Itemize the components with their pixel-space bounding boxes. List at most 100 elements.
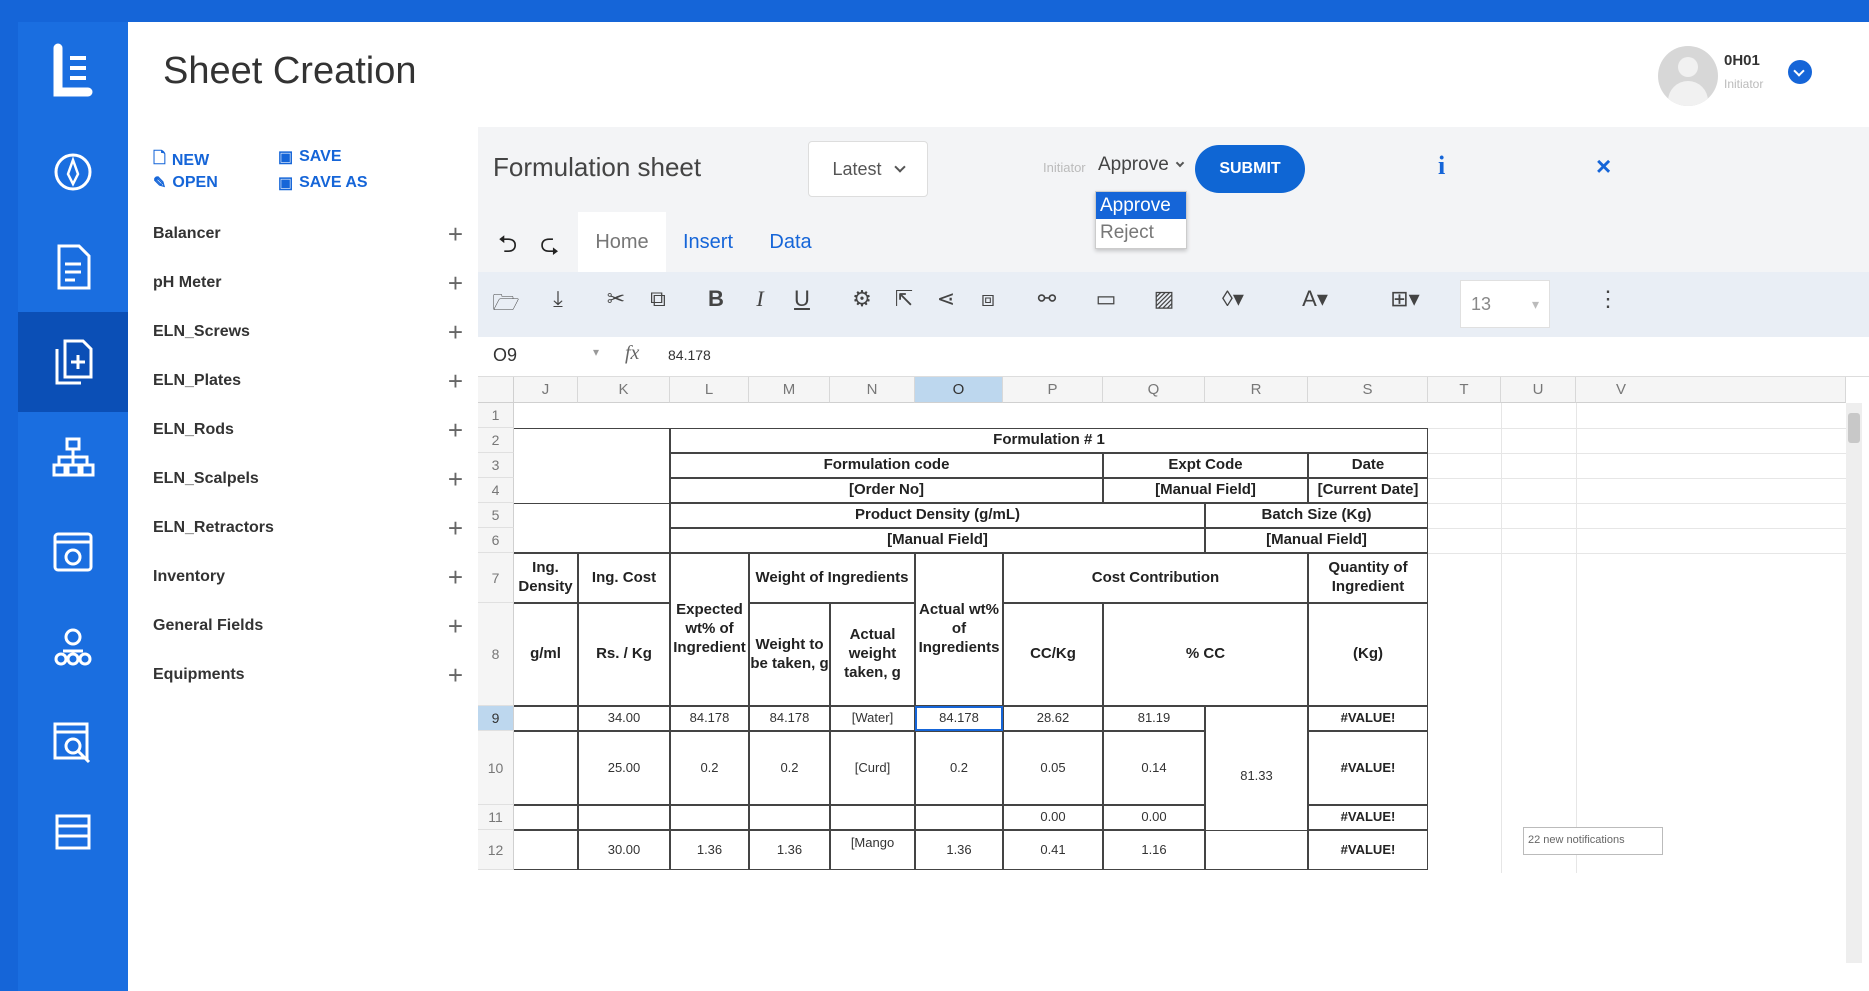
search-document-icon[interactable] (18, 692, 128, 792)
action-select[interactable]: Approve (1098, 154, 1185, 176)
table-cell[interactable] (514, 731, 578, 805)
plus-icon[interactable]: + (448, 417, 463, 443)
option-approve[interactable]: Approve (1096, 192, 1186, 219)
tab-data[interactable]: Data (758, 212, 823, 272)
new-button[interactable]: 🗋 NEW (153, 147, 209, 174)
table-cell[interactable]: 0.2 (670, 731, 749, 805)
table-cell[interactable]: 0.14 (1103, 731, 1205, 805)
version-select[interactable]: Latest (808, 141, 928, 197)
comment-icon[interactable]: ▭ (1090, 286, 1122, 312)
column-header[interactable]: Q (1103, 377, 1205, 403)
table-cell[interactable]: 28.62 (1003, 706, 1103, 731)
table-cell[interactable]: 25.00 (578, 731, 670, 805)
plus-icon[interactable]: + (448, 319, 463, 345)
user-menu-chevron-icon[interactable] (1788, 60, 1812, 84)
column-header[interactable]: M (749, 377, 830, 403)
borders-icon[interactable]: ⊞▾ (1380, 286, 1430, 312)
column-header[interactable]: O (915, 377, 1003, 403)
italic-icon[interactable]: I (744, 286, 776, 312)
quantity-header[interactable]: Quantity of Ingredient (1308, 553, 1428, 603)
plus-icon[interactable]: + (448, 613, 463, 639)
info-icon[interactable]: i (1438, 151, 1445, 181)
table-cell[interactable]: 0.41 (1003, 830, 1103, 870)
sidebar-item-eln-scalpels[interactable]: ELN_Scalpels + (153, 459, 478, 499)
manual-field-cell[interactable]: [Manual Field] (1103, 478, 1308, 503)
export-icon[interactable]: ⇱ (888, 286, 920, 312)
plus-icon[interactable]: + (448, 515, 463, 541)
open-button[interactable]: ✎ OPEN (153, 173, 218, 193)
table-cell[interactable]: #VALUE! (1308, 805, 1428, 830)
product-density-cell[interactable]: Product Density (g/mL) (670, 503, 1205, 528)
column-header[interactable]: L (670, 377, 749, 403)
plus-icon[interactable]: + (448, 662, 463, 688)
table-cell[interactable]: 0.00 (1003, 805, 1103, 830)
column-header[interactable]: S (1308, 377, 1428, 403)
row-header[interactable]: 9 (478, 706, 514, 731)
open-folder-icon[interactable]: 🗁 (490, 286, 522, 324)
formulation-title-cell[interactable]: Formulation # 1 (670, 428, 1428, 453)
font-size-select[interactable]: 13 (1460, 280, 1550, 328)
table-cell[interactable]: 1.36 (749, 830, 830, 870)
spreadsheet-grid[interactable]: J K L M N O P Q R S T U V 1 2 3 4 5 6 7 … (478, 377, 1869, 991)
chevron-down-icon[interactable]: ▾ (593, 345, 599, 359)
row-header[interactable]: 2 (478, 428, 514, 453)
row-header[interactable]: 11 (478, 805, 514, 830)
row-header[interactable]: 5 (478, 503, 514, 528)
selected-cell[interactable]: 84.178 (915, 706, 1003, 731)
row-header[interactable]: 6 (478, 528, 514, 553)
weight-to-be-taken-header[interactable]: Weight to be taken, g (749, 603, 830, 706)
table-cell[interactable]: [Curd] (830, 731, 915, 805)
column-header[interactable]: R (1205, 377, 1308, 403)
ing-density-header[interactable]: Ing. Density (514, 553, 578, 603)
manual-field-cell[interactable]: [Manual Field] (1205, 528, 1428, 553)
expected-wt-header[interactable]: Expected wt% of Ingredient (670, 553, 749, 706)
cost-contribution-header[interactable]: Cost Contribution (1003, 553, 1308, 603)
save-button[interactable]: ▣ SAVE (278, 147, 342, 167)
undo-icon[interactable]: ⮌ (498, 227, 517, 268)
tab-insert[interactable]: Insert (673, 212, 743, 272)
column-header[interactable]: V (1576, 377, 1846, 403)
plus-icon[interactable]: + (448, 221, 463, 247)
row-header[interactable]: 10 (478, 731, 514, 805)
order-no-cell[interactable]: [Order No] (670, 478, 1103, 503)
row-header[interactable]: 1 (478, 403, 514, 428)
table-cell[interactable] (670, 805, 749, 830)
table-cell[interactable]: 0.2 (749, 731, 830, 805)
sidebar-item-equipments[interactable]: Equipments + (153, 655, 478, 695)
settings-icon[interactable]: ⚙ (846, 286, 878, 312)
column-header[interactable]: T (1428, 377, 1501, 403)
table-cell[interactable] (514, 706, 578, 731)
row-header[interactable]: 7 (478, 553, 514, 603)
actual-wt-header[interactable]: Actual wt% of Ingredients (915, 553, 1003, 706)
sidebar-item-inventory[interactable]: Inventory + (153, 557, 478, 597)
row-header[interactable]: 8 (478, 603, 514, 706)
underline-icon[interactable]: U (786, 286, 818, 312)
plus-icon[interactable]: + (448, 368, 463, 394)
notification-toast[interactable]: 22 new notifications (1523, 827, 1663, 855)
date-cell[interactable]: Date (1308, 453, 1428, 478)
table-cell[interactable] (514, 805, 578, 830)
table-cell[interactable]: [Water] (830, 706, 915, 731)
download-icon[interactable]: ⤓ (542, 286, 574, 312)
screenshot-icon[interactable]: ⧈ (972, 286, 1004, 312)
formula-input[interactable]: 84.178 (668, 347, 711, 363)
option-reject[interactable]: Reject (1096, 219, 1186, 246)
table-cell[interactable]: 0.00 (1103, 805, 1205, 830)
sidebar-item-eln-rods[interactable]: ELN_Rods + (153, 410, 478, 450)
row-header[interactable]: 3 (478, 453, 514, 478)
plus-icon[interactable]: + (448, 270, 463, 296)
table-cell[interactable]: #VALUE! (1308, 830, 1428, 870)
vertical-scrollbar[interactable] (1846, 403, 1862, 963)
scrollbar-thumb[interactable] (1848, 413, 1860, 443)
expt-code-cell[interactable]: Expt Code (1103, 453, 1308, 478)
link-icon[interactable]: ⚯ (1031, 286, 1063, 312)
manual-field-cell[interactable]: [Manual Field] (670, 528, 1205, 553)
close-icon[interactable]: × (1596, 151, 1611, 182)
column-header[interactable]: J (514, 377, 578, 403)
sidebar-item-ph-meter[interactable]: pH Meter + (153, 263, 478, 303)
table-cell[interactable]: #VALUE! (1308, 731, 1428, 805)
formulation-code-cell[interactable]: Formulation code (670, 453, 1103, 478)
table-cell[interactable]: #VALUE! (1308, 706, 1428, 731)
table-cell[interactable] (1205, 830, 1308, 870)
table-cell[interactable] (578, 805, 670, 830)
